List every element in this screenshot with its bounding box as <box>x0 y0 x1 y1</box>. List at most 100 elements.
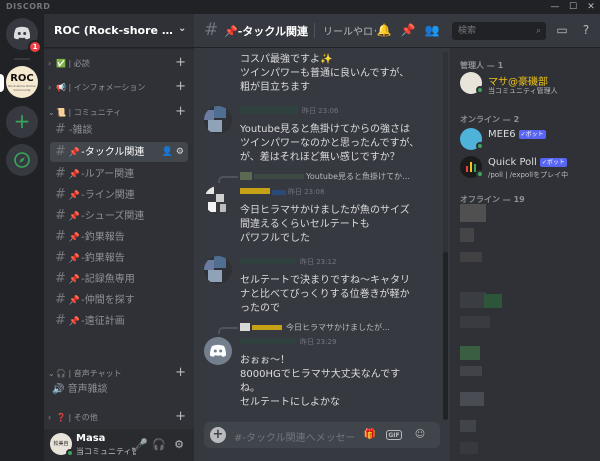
voice-channel[interactable]: 🔊 音声雑談 <box>52 381 188 399</box>
category-must-read[interactable]: › ✅ | 必読 + <box>48 55 190 72</box>
message-text: ったので <box>240 303 280 314</box>
channel-label: -釣果報告 <box>81 232 125 243</box>
message-text: ツインパワーも普通に良いんですが、 <box>240 68 410 79</box>
channel-topic[interactable]: リールやロッド、ウェア等タックル全般 <box>314 23 376 38</box>
offline-member-blurred[interactable] <box>460 252 482 262</box>
channel-sidebar: ROC (Rock-shore Online Community) ⌄ › ✅ |… <box>44 14 194 461</box>
hash-icon: # <box>55 208 66 223</box>
inbox-icon[interactable]: ▭ <box>554 22 570 38</box>
add-channel-icon[interactable]: + <box>175 409 186 424</box>
add-channel-icon[interactable]: + <box>175 55 186 70</box>
channel-label: -シューズ関連 <box>81 211 145 222</box>
timestamp: 昨日 23:06 <box>302 107 339 115</box>
channel-catch-report-2[interactable]: # 📌-釣果報告 <box>50 248 188 268</box>
gift-icon[interactable]: 🎁 <box>362 427 378 443</box>
offline-member-blurred[interactable] <box>460 316 490 328</box>
channel-label: -遠征計画 <box>81 316 125 327</box>
channel-header: # 📌-タックル関連 リールやロッド、ウェア等タックル全般 🔔 📌 👥 検索⌕ … <box>194 14 600 48</box>
member-status: 当コミュニティ管理人 <box>488 87 558 95</box>
pin-icon: 📌 <box>68 317 81 327</box>
emoji-icon[interactable]: ☺ <box>412 427 428 443</box>
reply-username-blurred[interactable] <box>252 325 282 330</box>
category-other[interactable]: › ❓ | その他 + <box>48 409 190 426</box>
gif-button[interactable]: GIF <box>386 430 402 440</box>
microphone-icon[interactable]: 🎤 <box>134 438 148 452</box>
selected-server-indicator <box>0 74 4 92</box>
minimize-button[interactable]: — <box>546 0 564 14</box>
avatar[interactable] <box>204 106 232 134</box>
member-quick-poll[interactable]: Quick Poll ✓ボット /poll | /expollをプレイ中 <box>458 152 596 184</box>
channel-find-friends[interactable]: # 📌-仲間を探す <box>50 290 188 310</box>
scrollbar-thumb[interactable] <box>443 252 448 420</box>
pin-icon: 📌 <box>68 191 81 201</box>
server-icon-roc[interactable]: ROC Rock-shore Online Community <box>6 66 38 98</box>
app-brand: DISCORD <box>6 2 51 11</box>
offline-member-blurred[interactable] <box>460 420 476 432</box>
pin-icon[interactable]: 📌 <box>400 22 416 38</box>
reply-preview[interactable]: 今日ヒラマサかけましたが… <box>286 322 442 333</box>
explore-servers-button[interactable] <box>6 144 38 176</box>
channel-shoes[interactable]: # 📌-シューズ関連 <box>50 206 188 226</box>
server-icon-text: ROC <box>10 73 34 84</box>
help-icon[interactable]: ? <box>578 22 594 38</box>
member-list-icon[interactable]: 👥 <box>424 22 440 38</box>
message-text: ツインパワーなのかと思ったんですが、 <box>240 138 420 149</box>
offline-member-blurred[interactable] <box>460 292 486 308</box>
channel-lure[interactable]: # 📌-ルアー関連 <box>50 164 188 184</box>
maximize-button[interactable]: ☐ <box>564 0 582 14</box>
server-header[interactable]: ROC (Rock-shore Online Community) ⌄ <box>44 14 194 48</box>
username-blurred[interactable] <box>240 258 296 264</box>
offline-member-blurred[interactable] <box>460 366 482 376</box>
offline-member-blurred[interactable] <box>484 294 502 308</box>
member-status: /poll | /expollをプレイ中 <box>488 171 569 179</box>
add-channel-icon[interactable]: + <box>175 79 186 94</box>
close-window-button[interactable]: ✕ <box>582 0 600 14</box>
channel-line[interactable]: # 📌-ライン関連 <box>50 185 188 205</box>
offline-member-blurred[interactable] <box>460 442 478 454</box>
category-information[interactable]: › 📢 | インフォメーション + <box>48 79 190 96</box>
avatar[interactable] <box>204 256 232 284</box>
channel-record-fish[interactable]: # 📌-記録魚専用 <box>50 269 188 289</box>
category-community[interactable]: ⌄📜 | コミュニティ + <box>48 104 190 121</box>
message-input[interactable]: #-タックル関連へメッセージを送信 <box>234 429 354 444</box>
channel-catch-report-1[interactable]: # 📌-釣果報告 <box>50 227 188 247</box>
offline-member-blurred[interactable] <box>460 228 474 242</box>
offline-member-blurred[interactable] <box>460 346 480 360</box>
gear-icon[interactable]: ⚙ <box>176 147 184 157</box>
channel-expedition[interactable]: # 📌-遠征計画 <box>50 311 188 331</box>
gear-icon[interactable]: ⚙ <box>172 438 186 452</box>
username-blurred[interactable] <box>240 338 296 344</box>
add-channel-icon[interactable]: + <box>175 365 186 380</box>
channel-tackle[interactable]: # 📌-タックル関連 👤 ⚙ <box>50 142 188 162</box>
hash-icon: # <box>55 271 66 286</box>
bell-icon[interactable]: 🔔 <box>376 22 392 38</box>
title-bar: DISCORD — ☐ ✕ <box>0 0 600 14</box>
search-input[interactable]: 検索 ⌕ <box>452 22 546 40</box>
message-composer[interactable]: + #-タックル関連へメッセージを送信 🎁 GIF ☺ <box>204 422 440 448</box>
invite-icon[interactable]: 👤 <box>162 147 173 157</box>
home-button[interactable]: 1 <box>6 18 42 54</box>
server-rail: 1 ROC Rock-shore Online Community + <box>0 14 44 461</box>
hash-icon: # <box>55 122 66 137</box>
message-list: コスパ最強ですよ✨ ツインパワーも普通に良いんですが、 粗が目立ちます 昨日 2… <box>194 48 450 425</box>
offline-member-blurred[interactable] <box>460 204 486 222</box>
message-text: 間違えるくらいセルテートも <box>240 219 370 230</box>
avatar[interactable] <box>204 337 232 365</box>
reply-preview[interactable]: Youtube見ると魚掛けてか… <box>306 171 442 182</box>
offline-member-blurred[interactable] <box>460 392 484 406</box>
username-blurred[interactable] <box>240 106 298 114</box>
headphones-icon[interactable]: 🎧 <box>152 438 166 452</box>
hash-icon: # <box>55 166 66 181</box>
add-server-button[interactable]: + <box>6 106 38 138</box>
member-admin[interactable]: マサ@豪磯部 当コミュニティ管理人 <box>458 68 596 100</box>
message-text: パワフルでした <box>240 233 310 244</box>
pin-icon: 📌 <box>68 254 81 264</box>
category-voice[interactable]: ⌄🎧 | 音声チャット + <box>48 365 190 382</box>
attach-button[interactable]: + <box>210 427 226 443</box>
channel-zatsudan[interactable]: # -雑談 <box>50 120 188 140</box>
avatar[interactable] <box>204 186 232 214</box>
add-channel-icon[interactable]: + <box>175 104 186 119</box>
scrollbar[interactable] <box>443 52 448 420</box>
reply-username-blurred[interactable] <box>254 174 304 179</box>
username-blurred[interactable] <box>240 188 270 194</box>
